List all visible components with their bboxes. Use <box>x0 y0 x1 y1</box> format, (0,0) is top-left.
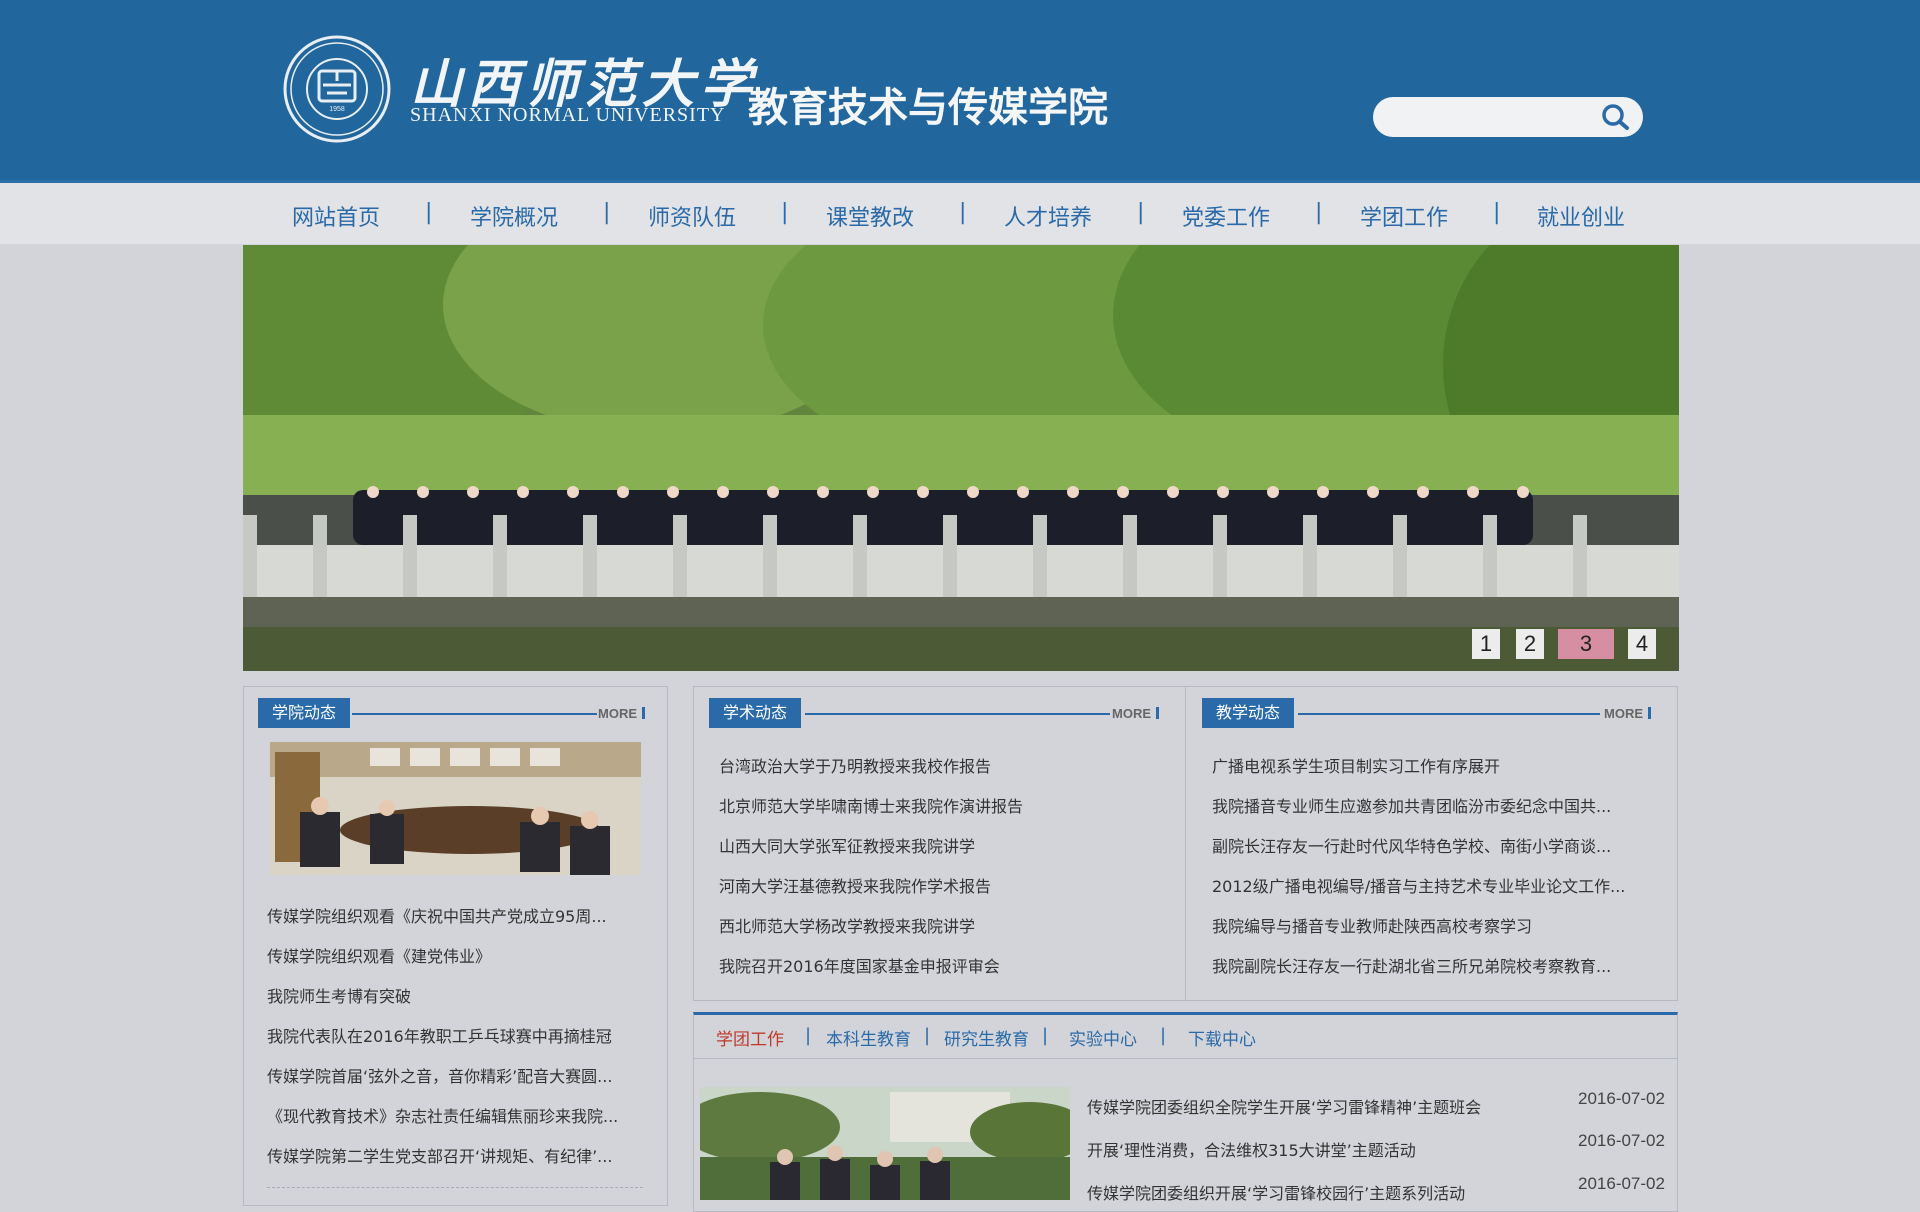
nav-party-work[interactable]: 党委工作 <box>1182 200 1270 232</box>
teaching-news-more-link[interactable]: MORE <box>1604 706 1651 721</box>
college-news-photo-meeting[interactable] <box>270 742 641 875</box>
college-news-item[interactable]: 传媒学院首届‘弦外之音，音你精彩’配音大赛圆... <box>267 1063 612 1087</box>
tab-separator: | <box>924 1025 931 1046</box>
college-news-item[interactable]: 传媒学院第二学生党支部召开‘讲规矩、有纪律’... <box>267 1143 612 1167</box>
college-news-title: 学院动态 <box>258 698 351 728</box>
academic-news-item[interactable]: 我院召开2016年度国家基金申报评审会 <box>719 953 1000 977</box>
tab-download-center[interactable]: 下载中心 <box>1188 1025 1256 1050</box>
student-work-item-date: 2016-07-02 <box>1578 1174 1665 1193</box>
nav-separator: | <box>1493 200 1501 225</box>
college-news-item[interactable]: 我院代表队在2016年教职工乒乓球赛中再摘桂冠 <box>267 1023 612 1047</box>
college-name: 教育技术与传媒学院 <box>748 85 1108 131</box>
student-work-item-date: 2016-07-02 <box>1578 1089 1665 1108</box>
teaching-news-item[interactable]: 广播电视系学生项目制实习工作有序展开 <box>1212 753 1500 777</box>
tab-separator: | <box>1042 1025 1049 1046</box>
academic-news-more-link[interactable]: MORE <box>1112 706 1159 721</box>
nav-separator: | <box>781 200 789 225</box>
svg-text:1958: 1958 <box>329 106 345 113</box>
tab-lab-center[interactable]: 实验中心 <box>1069 1025 1137 1050</box>
teaching-news-item[interactable]: 我院编导与播音专业教师赴陕西高校考察学习 <box>1212 913 1532 937</box>
university-name-en: SHANXI NORMAL UNIVERSITY <box>410 104 726 126</box>
section-divider <box>1298 713 1600 715</box>
academic-news-item[interactable]: 山西大同大学张军征教授来我院讲学 <box>719 833 975 857</box>
site-header: 1958 山西师范大学 SHANXI NORMAL UNIVERSITY 教育技… <box>0 0 1920 180</box>
nav-home[interactable]: 网站首页 <box>292 200 380 232</box>
nav-separator: | <box>959 200 967 225</box>
section-divider <box>352 713 597 715</box>
academic-news-title: 学术动态 <box>709 698 802 728</box>
tab-graduate[interactable]: 研究生教育 <box>944 1025 1029 1050</box>
nav-talent-training[interactable]: 人才培养 <box>1004 200 1092 232</box>
nav-separator: | <box>603 200 611 225</box>
tab-bar-divider <box>694 1058 1677 1059</box>
teaching-news-item[interactable]: 我院副院长汪存友一行赴湖北省三所兄弟院校考察教育... <box>1212 953 1611 977</box>
student-work-item[interactable]: 传媒学院团委组织全院学生开展‘学习雷锋精神’主题班会 <box>1087 1094 1481 1118</box>
nav-separator: | <box>1315 200 1323 225</box>
nav-separator: | <box>425 200 433 225</box>
banner-pager-4[interactable]: 4 <box>1628 629 1656 659</box>
banner-pager-1[interactable]: 1 <box>1472 629 1500 659</box>
academic-news-item[interactable]: 河南大学汪基德教授来我院作学术报告 <box>719 873 991 897</box>
section-divider <box>805 713 1110 715</box>
academic-news-item[interactable]: 西北师范大学杨改学教授来我院讲学 <box>719 913 975 937</box>
banner-photo-graduates <box>243 245 1679 671</box>
search-box <box>1373 97 1643 137</box>
tab-separator: | <box>1160 1025 1167 1046</box>
student-work-photo-activity[interactable] <box>700 1087 1070 1200</box>
banner-pager-2[interactable]: 2 <box>1516 629 1544 659</box>
college-news-item[interactable]: 传媒学院组织观看《庆祝中国共产党成立95周... <box>267 903 607 927</box>
college-news-more-link[interactable]: MORE <box>598 706 645 721</box>
academic-news-item[interactable]: 北京师范大学毕啸南博士来我院作演讲报告 <box>719 793 1023 817</box>
nav-separator: | <box>1137 200 1145 225</box>
teaching-news-item[interactable]: 副院长汪存友一行赴时代风华特色学校、南街小学商谈... <box>1212 833 1611 857</box>
teaching-news-item[interactable]: 我院播音专业师生应邀参加共青团临汾市委纪念中国共... <box>1212 793 1611 817</box>
nav-employment[interactable]: 就业创业 <box>1537 200 1625 232</box>
teaching-news-item[interactable]: 2012级广播电视编导/播音与主持艺术专业毕业论文工作... <box>1212 873 1625 897</box>
nav-faculty[interactable]: 师资队伍 <box>648 200 736 232</box>
list-divider <box>267 1187 643 1188</box>
tab-student-work[interactable]: 学团工作 <box>716 1025 784 1050</box>
college-news-item[interactable]: 传媒学院组织观看《建党伟业》 <box>267 943 491 967</box>
banner-pager-3[interactable]: 3 <box>1558 629 1614 659</box>
search-icon[interactable] <box>1599 102 1631 132</box>
main-nav: 网站首页 | 学院概况 | 师资队伍 | 课堂教改 | 人才培养 | 党委工作 … <box>0 180 1920 244</box>
university-seal-logo: 1958 <box>283 35 391 143</box>
student-work-item[interactable]: 开展‘理性消费，合法维权315大讲堂’主题活动 <box>1087 1137 1416 1161</box>
nav-student-work[interactable]: 学团工作 <box>1360 200 1448 232</box>
nav-classroom-reform[interactable]: 课堂教改 <box>826 200 914 232</box>
teaching-news-title: 教学动态 <box>1202 698 1295 728</box>
academic-news-item[interactable]: 台湾政治大学于乃明教授来我校作报告 <box>719 753 991 777</box>
banner-slideshow[interactable] <box>243 245 1679 671</box>
student-work-item-date: 2016-07-02 <box>1578 1131 1665 1150</box>
college-news-item[interactable]: 《现代教育技术》杂志社责任编辑焦丽珍来我院... <box>267 1103 618 1127</box>
student-work-item[interactable]: 传媒学院团委组织开展‘学习雷锋校园行’主题系列活动 <box>1087 1180 1465 1204</box>
nav-college-overview[interactable]: 学院概况 <box>470 200 558 232</box>
college-news-item[interactable]: 我院师生考博有突破 <box>267 983 411 1007</box>
tab-undergraduate[interactable]: 本科生教育 <box>826 1025 911 1050</box>
column-divider <box>1185 686 1186 1001</box>
search-input[interactable] <box>1389 103 1593 133</box>
tab-separator: | <box>805 1025 812 1046</box>
